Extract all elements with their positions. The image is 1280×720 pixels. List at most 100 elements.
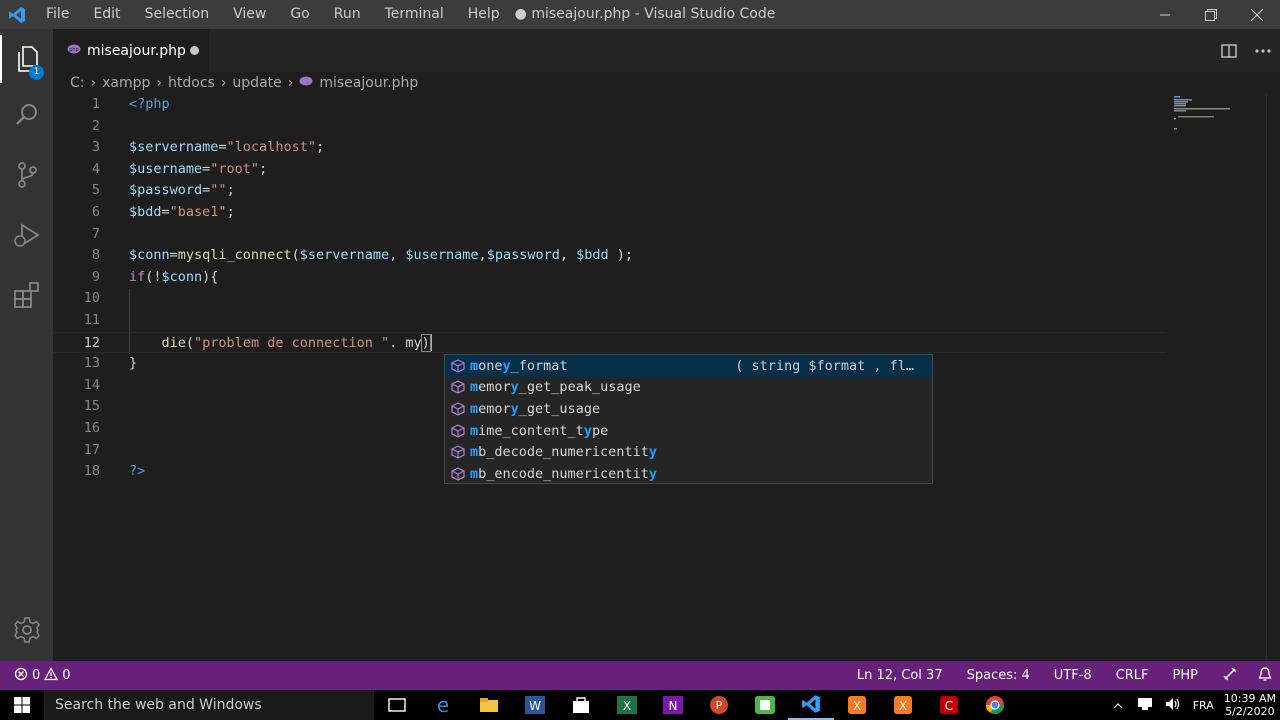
run-debug-icon[interactable] (0, 211, 53, 259)
message-icon[interactable] (1131, 697, 1159, 714)
windows-start-icon[interactable] (0, 697, 44, 713)
menu-run[interactable]: Run (322, 0, 373, 29)
error-icon (14, 667, 28, 685)
explorer-icon[interactable]: 1 (0, 35, 53, 83)
close-button[interactable] (1234, 0, 1280, 29)
minimize-button[interactable] (1142, 0, 1188, 29)
php-file-icon (299, 75, 313, 91)
method-cube-icon (445, 423, 470, 438)
code-line[interactable]: 10 (53, 288, 1166, 310)
store-icon[interactable] (558, 690, 604, 720)
code-line[interactable]: 2 (53, 116, 1166, 138)
extensions-icon[interactable] (0, 271, 53, 319)
restore-button[interactable] (1188, 0, 1234, 29)
system-tray: FRA 10:39 AM 5/2/2020 (1105, 690, 1280, 720)
code-line[interactable]: 1 <?php (53, 94, 1166, 116)
cursor-position[interactable]: Ln 12, Col 37 (845, 668, 955, 683)
vertical-scrollbar[interactable] (1266, 94, 1280, 661)
windows-taskbar: Search the web and Windows e W X N P X X… (0, 690, 1280, 720)
language-mode[interactable]: PHP (1161, 668, 1210, 683)
suggestion-item[interactable]: m ime_content_t y pe (445, 420, 932, 442)
source-control-icon[interactable] (0, 151, 53, 199)
svg-text:X: X (623, 699, 631, 713)
edge-browser-icon[interactable]: e (420, 690, 466, 720)
onenote-icon[interactable]: N (650, 690, 696, 720)
clock[interactable]: 10:39 AM 5/2/2020 (1220, 692, 1280, 718)
xampp-icon[interactable]: X (834, 690, 880, 720)
editor-actions (1212, 29, 1280, 72)
svg-text:P: P (716, 699, 723, 712)
breadcrumb-item[interactable]: miseajour.php (319, 75, 418, 91)
breadcrumb: C: › xampp › htdocs › update › miseajour… (53, 72, 1280, 94)
camtasia-icon[interactable] (742, 690, 788, 720)
filezilla-icon[interactable]: C (926, 690, 972, 720)
indentation[interactable]: Spaces: 4 (955, 668, 1042, 683)
breadcrumb-item[interactable]: update (232, 75, 281, 91)
code-line[interactable]: 4 $username="root"; (53, 159, 1166, 181)
minimap[interactable] (1172, 94, 1272, 134)
menu-view[interactable]: View (221, 0, 278, 29)
notifications-bell-icon[interactable] (1250, 666, 1280, 686)
menu-edit[interactable]: Edit (81, 0, 132, 29)
code-line[interactable]: 11 (53, 310, 1166, 332)
method-cube-icon (445, 467, 470, 481)
tab-label: miseajour.php (87, 42, 186, 59)
menu-terminal[interactable]: Terminal (373, 0, 456, 29)
powerpoint-icon[interactable]: P (696, 690, 742, 720)
suggestion-item[interactable]: m emor y _get_peak_usage (445, 377, 932, 399)
tab-miseajour[interactable]: php miseajour.php (53, 29, 209, 72)
code-line[interactable]: 7 (53, 224, 1166, 246)
menu-file[interactable]: File (34, 0, 81, 29)
taskbar-search-box[interactable]: Search the web and Windows (44, 690, 374, 720)
autocomplete-suggestions: m one y _format ( string $format , fl… m emo… (444, 354, 933, 484)
method-cube-icon (445, 359, 470, 373)
task-view-icon[interactable] (374, 690, 420, 720)
more-actions-icon[interactable] (1246, 48, 1280, 53)
file-explorer-icon[interactable] (466, 690, 512, 720)
code-line[interactable]: 5 $password=""; (53, 180, 1166, 202)
encoding[interactable]: UTF-8 (1042, 668, 1104, 683)
unsaved-dot-icon[interactable] (190, 46, 199, 55)
suggestion-item[interactable]: m one y _format ( string $format , fl… (445, 355, 932, 377)
menu-selection[interactable]: Selection (133, 0, 222, 29)
suggestion-item[interactable]: m b_encode_numericentit y (445, 463, 932, 485)
svg-text:e: e (437, 695, 449, 715)
volume-icon[interactable] (1159, 697, 1187, 714)
chrome-icon[interactable] (972, 690, 1018, 720)
breadcrumb-item[interactable]: xampp (102, 75, 150, 91)
end-of-line[interactable]: CRLF (1104, 668, 1161, 683)
error-count: 0 (32, 668, 41, 683)
word-icon[interactable]: W (512, 690, 558, 720)
svg-text:X: X (899, 699, 907, 713)
code-line[interactable]: 6 $bdd="base1"; (53, 202, 1166, 224)
warning-count: 0 (62, 668, 71, 683)
activity-bar: 1 (0, 29, 53, 661)
breadcrumb-item[interactable]: htdocs (168, 75, 215, 91)
feedback-icon[interactable] (1210, 666, 1250, 686)
menu-go[interactable]: Go (278, 0, 321, 29)
method-cube-icon (445, 402, 470, 416)
suggestion-item[interactable]: m emor y _get_usage (445, 398, 932, 420)
code-line[interactable]: 8 $conn=mysqli_connect($servername, $user… (53, 245, 1166, 267)
input-language[interactable]: FRA (1187, 699, 1220, 712)
code-line[interactable]: 9 if(!$conn){ (53, 267, 1166, 289)
settings-gear-icon[interactable] (0, 606, 53, 654)
code-line[interactable]: 3 $servername="localhost"; (53, 137, 1166, 159)
tray-expand-icon[interactable] (1105, 699, 1131, 712)
breadcrumb-item[interactable]: C: (70, 75, 85, 91)
method-cube-icon (445, 445, 470, 459)
clock-date: 5/2/2020 (1225, 705, 1275, 718)
suggestion-item[interactable]: m b_decode_numericentit y (445, 441, 932, 463)
excel-icon[interactable]: X (604, 690, 650, 720)
split-editor-icon[interactable] (1212, 43, 1246, 58)
problems-indicator[interactable]: 0 0 (0, 666, 71, 685)
vscode-taskbar-icon[interactable] (788, 690, 834, 720)
clock-time: 10:39 AM (1223, 692, 1276, 705)
search-icon[interactable] (0, 91, 53, 139)
svg-text:W: W (529, 699, 541, 713)
status-bar: 0 0 Ln 12, Col 37 Spaces: 4 UTF-8 CRLF P… (0, 661, 1280, 690)
menu-help[interactable]: Help (456, 0, 512, 29)
xampp-icon-2[interactable]: X (880, 690, 926, 720)
svg-text:X: X (853, 699, 861, 713)
code-line-current[interactable]: 12 die("problem de connection ". my) (53, 331, 1166, 354)
